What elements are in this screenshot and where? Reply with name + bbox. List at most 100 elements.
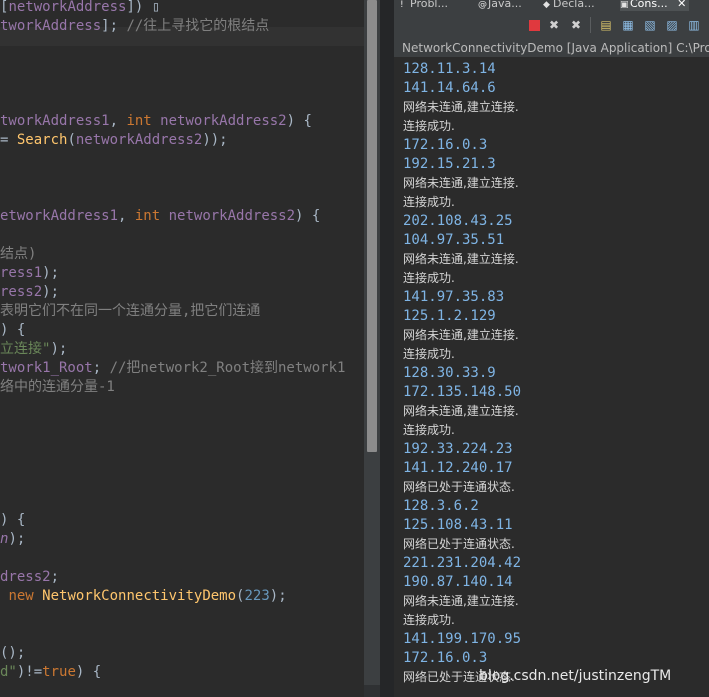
console-line-message: 网络已处于连通状态.: [403, 537, 515, 551]
code-token: 结点): [0, 246, 37, 262]
remove-launch-button[interactable]: ✖: [546, 17, 562, 33]
code-line: dress2;: [0, 568, 59, 587]
console-line-message: 连接成功.: [403, 195, 455, 209]
console-line-message: 网络未连通,建立连接.: [403, 404, 519, 418]
code-token: (: [67, 132, 76, 148]
clear-console-button[interactable]: ▤: [598, 17, 614, 33]
code-line: n);: [0, 530, 25, 549]
word-wrap-button[interactable]: ▧: [642, 17, 658, 33]
code-token: networkAddress2: [168, 208, 296, 224]
code-token: ) {: [286, 113, 312, 129]
code-token: d": [0, 664, 17, 680]
tab-label: Probl...: [410, 0, 448, 10]
code-token: ) {: [0, 322, 26, 338]
code-line: twork1_Root; //把network2_Root接到network1: [0, 359, 345, 378]
console-line-ip: 172.16.0.3: [403, 137, 488, 153]
console-line-ip: 125.108.43.11: [403, 517, 513, 533]
code-token: ;: [92, 360, 110, 376]
code-token: networkAddress: [8, 0, 127, 15]
tab-label: Cons...: [630, 0, 668, 10]
console-line-ip: 172.135.148.50: [403, 384, 522, 400]
console-line-message: 连接成功.: [403, 119, 455, 133]
console-line-ip: 128.11.3.14: [403, 61, 496, 77]
code-line: ress2);: [0, 283, 59, 302]
console-line-message: 连接成功.: [403, 613, 455, 627]
scroll-lock-button[interactable]: ▦: [620, 17, 636, 33]
code-token: tworkAddress: [0, 18, 102, 34]
code-token: int: [126, 113, 152, 129]
code-line: tworkAddress1, int networkAddress2) {: [0, 112, 312, 131]
tab-javadoc[interactable]: @Java...: [478, 0, 522, 11]
code-token: ;: [50, 569, 60, 585]
tab-problems[interactable]: ! Probl...: [400, 0, 448, 11]
code-token: );: [42, 284, 60, 300]
code-line: = Search(networkAddress2));: [0, 131, 228, 150]
code-line: [networkAddress]) ▯: [0, 0, 160, 17]
console-line-ip: 104.97.35.51: [403, 232, 505, 248]
console-line-message: 连接成功.: [403, 423, 455, 437]
tab-console[interactable]: ▣Cons... ✕: [620, 0, 690, 11]
code-token: Search: [16, 132, 68, 148]
clear-console-icon: ▤: [600, 18, 612, 32]
display-console-icon: ▥: [688, 18, 700, 32]
code-token: )!=: [16, 664, 43, 680]
watermark: blog.csdn.net/justinzengTM: [479, 668, 672, 684]
code-line: 表明它们不在同一个连通分量,把它们连通: [0, 302, 260, 321]
terminate-button[interactable]: [526, 17, 542, 33]
console-line-message: 连接成功.: [403, 271, 455, 285]
display-selected-console-button[interactable]: ▥: [686, 17, 702, 33]
code-token: new: [8, 588, 34, 604]
code-line: ) {: [0, 321, 25, 340]
code-token: );: [8, 531, 26, 547]
code-token: ();: [0, 645, 26, 661]
remove-all-icon: ✖: [570, 18, 582, 32]
code-line: 结点): [0, 245, 36, 264]
console-title: NetworkConnectivityDemo [Java Applicatio…: [394, 38, 709, 58]
code-token: int: [134, 208, 161, 224]
code-line: d")!=true) {: [0, 663, 101, 682]
code-token: ) {: [295, 208, 321, 224]
console-line-ip: 192.33.224.23: [403, 441, 513, 457]
code-token: );: [42, 265, 60, 281]
code-token: 立连接": [0, 341, 51, 357]
console-line-message: 网络未连通,建立连接.: [403, 100, 519, 114]
close-icon[interactable]: ✕: [677, 0, 686, 10]
console-toolbar: ✖ ✖ ▤ ▦ ▧ ▨ ▥: [394, 11, 709, 38]
remove-all-terminated-button[interactable]: ✖: [568, 17, 584, 33]
code-editor[interactable]: [networkAddress]) ▯ tworkAddress]; //往上寻找…: [0, 0, 364, 697]
code-token: NetworkConnectivityDemo: [42, 588, 237, 604]
tab-declaration[interactable]: ◆ Decla...: [543, 0, 595, 11]
console-line-message: 网络未连通,建立连接.: [403, 594, 519, 608]
console-line-ip: 172.16.0.3: [403, 650, 488, 666]
console-line-ip: 128.30.33.9: [403, 365, 496, 381]
console-line-ip: 141.14.64.6: [403, 80, 496, 96]
code-line: ();: [0, 644, 25, 663]
code-line: new NetworkConnectivityDemo(223);: [0, 587, 287, 606]
console-line-ip: 202.108.43.25: [403, 213, 513, 229]
code-token: 表明它们不在同一个连通分量,把它们连通: [0, 303, 261, 319]
console-line-ip: 141.199.170.95: [403, 631, 522, 647]
code-token: networkAddress2: [75, 132, 203, 148]
code-token: ,: [118, 208, 135, 224]
editor-scrollbar[interactable]: [364, 0, 380, 697]
console-line-message: 网络未连通,建立连接.: [403, 176, 519, 190]
code-line: ) {: [0, 511, 25, 530]
code-token: ) {: [0, 512, 26, 528]
pin-icon: ▨: [666, 18, 678, 32]
code-token: ]): [126, 0, 152, 15]
code-token: ress2: [0, 284, 43, 300]
code-line: 立连接");: [0, 340, 67, 359]
code-token: ▯: [151, 0, 161, 15]
code-token: //把network2_Root接到network1: [109, 360, 346, 376]
scrollbar-thumb[interactable]: [367, 0, 377, 452]
code-token: 223: [244, 588, 270, 604]
panel-divider[interactable]: [380, 0, 394, 697]
console-line-message: 连接成功.: [403, 347, 455, 361]
code-token: tworkAddress1: [0, 113, 110, 129]
pin-console-button[interactable]: ▨: [664, 17, 680, 33]
code-token: );: [269, 588, 287, 604]
word-wrap-icon: ▧: [644, 18, 656, 32]
